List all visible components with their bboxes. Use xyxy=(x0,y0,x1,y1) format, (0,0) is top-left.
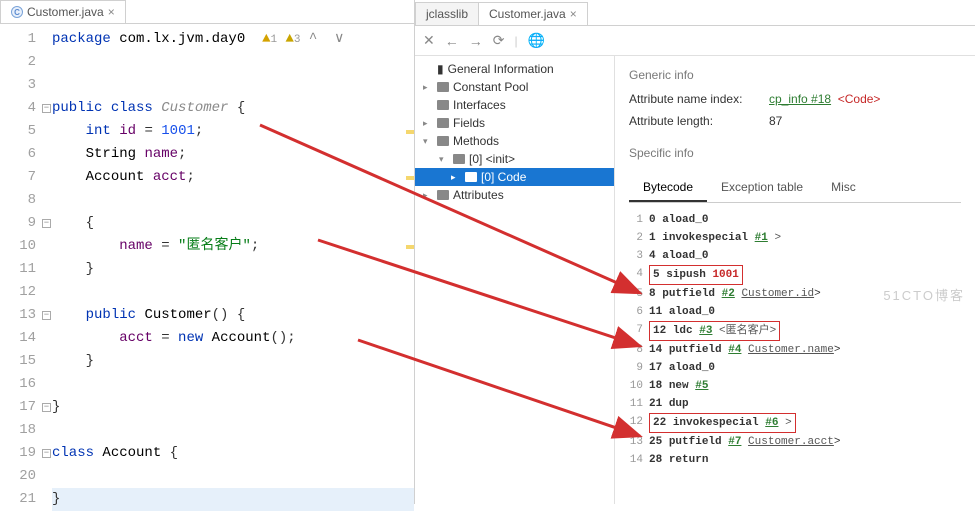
bytecode-row: 1428 return xyxy=(629,451,961,469)
bytecode-row: 1018 new #5 xyxy=(629,377,961,395)
attr-length-row: Attribute length: 87 xyxy=(629,114,961,128)
tab-jclasslib[interactable]: jclasslib xyxy=(415,2,479,25)
bytecode-row: 21 invokespecial #1 > xyxy=(629,229,961,247)
tree-methods[interactable]: ▾Methods xyxy=(415,132,614,150)
tab-label: jclasslib xyxy=(426,7,468,21)
code-body[interactable]: package com.lx.jvm.day0 ▲1 ▲3 ^ ∨ −publi… xyxy=(44,24,414,511)
toolbar: ✕ ← → ⟳ | 🌐 xyxy=(415,26,975,56)
bytecode-list: 10 aload_021 invokespecial #1 >34 aload_… xyxy=(629,211,961,469)
bytecode-row: 814 putfield #4 Customer.name> xyxy=(629,341,961,359)
tab-label: Customer.java xyxy=(489,7,566,21)
bytecode-row: 1121 dup xyxy=(629,395,961,413)
tab-bytecode[interactable]: Bytecode xyxy=(629,174,707,202)
bytecode-row: 1222 invokespecial #6 > xyxy=(629,413,961,433)
editor-tabbar: C Customer.java × xyxy=(0,0,414,24)
gutter: 123456789101112131415161718192021 xyxy=(0,24,44,511)
tree-general-info[interactable]: ▮General Information xyxy=(415,60,614,78)
tab-label: Customer.java xyxy=(27,5,104,19)
folder-icon xyxy=(437,82,449,92)
label: Attribute name index: xyxy=(629,92,769,106)
back-icon[interactable]: ← xyxy=(445,33,459,49)
attr-name-index-row: Attribute name index: cp_info #18 <Code> xyxy=(629,92,961,106)
folder-icon xyxy=(465,172,477,182)
detail-pane: Generic info Attribute name index: cp_in… xyxy=(615,56,975,504)
generic-info-title: Generic info xyxy=(629,68,961,82)
right-tabbar: jclasslib Customer.java × xyxy=(415,0,975,26)
watermark: 51CTO博客 xyxy=(883,285,965,304)
code-editor[interactable]: 123456789101112131415161718192021 packag… xyxy=(0,24,414,511)
tree-code[interactable]: ▸[0] Code xyxy=(415,168,614,186)
tree-interfaces[interactable]: Interfaces xyxy=(415,96,614,114)
bytecode-row: 1325 putfield #7 Customer.acct> xyxy=(629,433,961,451)
editor-pane: C Customer.java × 1234567891011121314151… xyxy=(0,0,415,504)
close-icon[interactable]: × xyxy=(108,5,115,19)
bytecode-row: 10 aload_0 xyxy=(629,211,961,229)
globe-icon[interactable]: 🌐 xyxy=(528,32,545,49)
doc-icon: ▮ xyxy=(437,62,444,76)
bytecode-row: 45 sipush 1001 xyxy=(629,265,961,285)
tab-customer-class[interactable]: Customer.java × xyxy=(478,2,588,25)
bytecode-row: 917 aload_0 xyxy=(629,359,961,377)
code-tag: <Code> xyxy=(838,92,881,106)
close-icon[interactable]: ✕ xyxy=(423,32,435,49)
tab-misc[interactable]: Misc xyxy=(817,174,870,202)
folder-icon xyxy=(437,190,449,200)
refresh-icon[interactable]: ⟳ xyxy=(493,32,505,49)
class-tree: ▮General Information ▸Constant Pool Inte… xyxy=(415,56,615,504)
detail-tabs: Bytecode Exception table Misc xyxy=(629,174,961,203)
folder-icon xyxy=(437,136,449,146)
folder-icon xyxy=(453,154,465,164)
folder-icon xyxy=(437,118,449,128)
java-class-icon: C xyxy=(11,6,23,18)
specific-info-title: Specific info xyxy=(629,146,961,160)
attr-length-value: 87 xyxy=(769,114,782,128)
bytecode-row: 611 aload_0 xyxy=(629,303,961,321)
tree-constant-pool[interactable]: ▸Constant Pool xyxy=(415,78,614,96)
bytecode-row: 34 aload_0 xyxy=(629,247,961,265)
tree-init[interactable]: ▾[0] <init> xyxy=(415,150,614,168)
tree-fields[interactable]: ▸Fields xyxy=(415,114,614,132)
close-icon[interactable]: × xyxy=(570,7,577,21)
bytecode-row: 712 ldc #3 <匿名客户> xyxy=(629,321,961,341)
tree-attributes[interactable]: ▸Attributes xyxy=(415,186,614,204)
jclasslib-pane: jclasslib Customer.java× ✕ ← → ⟳ | 🌐 ▮Ge… xyxy=(415,0,975,504)
folder-icon xyxy=(437,100,449,110)
tab-exception-table[interactable]: Exception table xyxy=(707,174,817,202)
label: Attribute length: xyxy=(629,114,769,128)
cpinfo-link[interactable]: cp_info #18 xyxy=(769,92,831,106)
forward-icon[interactable]: → xyxy=(469,33,483,49)
editor-tab-customer[interactable]: C Customer.java × xyxy=(0,0,126,23)
